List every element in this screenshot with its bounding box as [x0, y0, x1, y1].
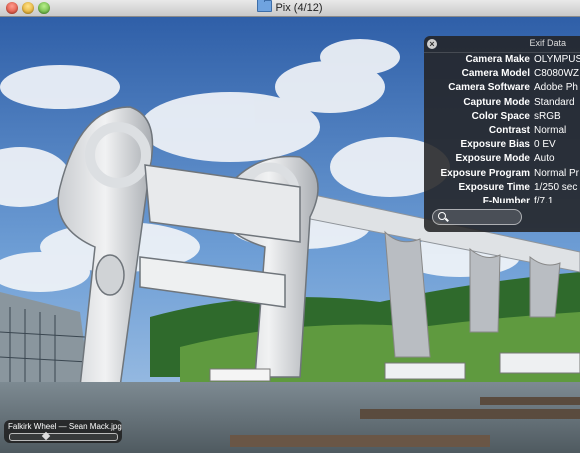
exif-key: Color Space — [471, 110, 530, 122]
exif-row: Exposure Program Normal Pr — [424, 167, 580, 181]
photo-filename: Falkirk Wheel — Sean Mack.jpg — [8, 422, 122, 431]
exif-key: F-Number — [482, 195, 530, 203]
exif-key: Camera Software — [448, 82, 530, 94]
exif-panel: × Exif Data Camera Make OLYMPUS Camera Mo… — [424, 36, 580, 232]
exif-key: Exposure Mode — [455, 153, 530, 165]
exif-row: Contrast Normal — [424, 124, 580, 138]
exif-value: Normal Pr — [534, 167, 580, 179]
slider-thumb[interactable] — [42, 431, 51, 441]
exif-value: C8080WZ — [534, 68, 580, 80]
exif-value: Normal — [534, 124, 567, 136]
photo-position-slider[interactable] — [9, 431, 118, 441]
close-icon[interactable]: × — [427, 39, 437, 49]
exif-row: Camera Model C8080WZ — [424, 67, 580, 81]
exif-row: Camera Make OLYMPUS — [424, 53, 580, 67]
exif-row: Camera Software Adobe Ph — [424, 81, 580, 95]
exif-row: Exposure Mode Auto — [424, 152, 580, 166]
exif-key: Camera Model — [461, 68, 530, 80]
exif-table: Camera Make OLYMPUS Camera Model C8080WZ C… — [424, 53, 580, 203]
title-bar: Pix (4/12) — [0, 0, 580, 17]
exif-row: Capture Mode Standard — [424, 96, 580, 110]
exif-key: Exposure Bias — [460, 139, 530, 151]
exif-value: Standard — [534, 96, 575, 108]
folder-icon — [257, 0, 273, 12]
exif-value: Auto — [534, 153, 555, 165]
exif-value: Adobe Ph — [534, 82, 578, 94]
exif-value: 1/250 sec — [534, 181, 578, 193]
exif-row: Color Space sRGB — [424, 110, 580, 124]
exif-key: Exposure Time — [458, 181, 530, 193]
window-title-text: Pix (4/12) — [275, 2, 323, 14]
exif-key: Contrast — [488, 124, 530, 136]
exif-search-field[interactable] — [432, 209, 522, 225]
exif-value: 0 EV — [534, 139, 556, 151]
exif-key: Exposure Program — [440, 167, 530, 179]
exif-header: × Exif Data — [424, 36, 580, 53]
exif-row: Exposure Time 1/250 sec — [424, 181, 580, 195]
caption-hud: Falkirk Wheel — Sean Mack.jpg — [4, 420, 122, 443]
exif-value: OLYMPUS — [534, 54, 580, 65]
exif-value: f/7.1 — [534, 195, 554, 203]
exif-value: sRGB — [534, 110, 561, 122]
exif-key: Camera Make — [465, 54, 530, 65]
search-icon — [438, 212, 446, 220]
exif-row: Exposure Bias 0 EV — [424, 138, 580, 152]
window-title: Pix (4/12) — [0, 0, 580, 16]
exif-row: F-Number f/7.1 — [424, 195, 580, 203]
exif-key: Capture Mode — [463, 96, 530, 108]
exif-title: Exif Data — [529, 38, 566, 48]
